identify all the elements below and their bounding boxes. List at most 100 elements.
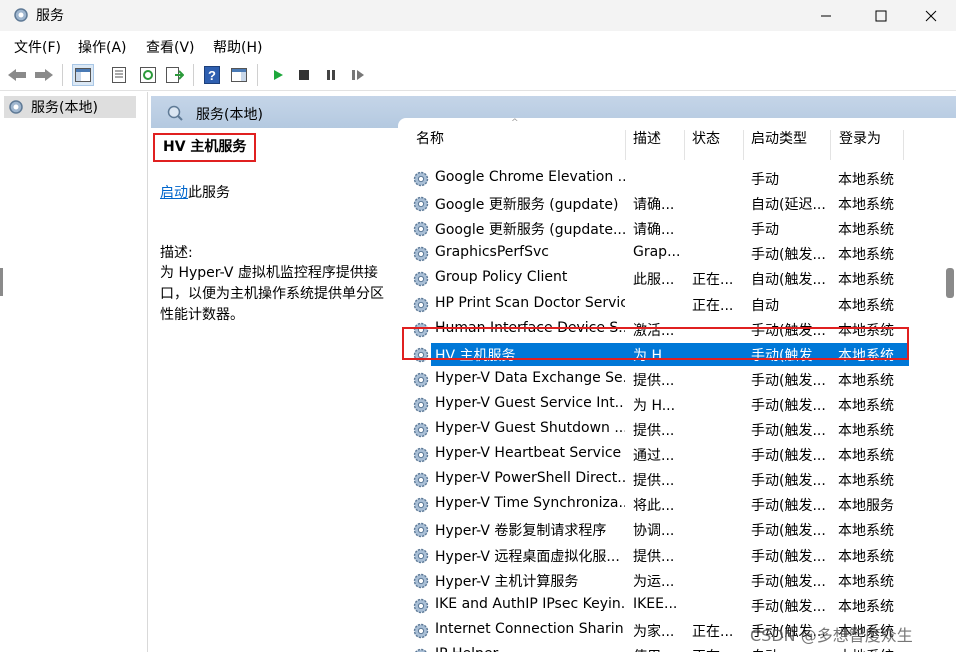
refresh-button[interactable]	[137, 64, 159, 86]
service-description-cell: IKEE...	[633, 595, 678, 612]
maximize-icon	[875, 10, 887, 21]
pane-header-title: 服务(本地)	[196, 107, 263, 123]
forward-button[interactable]	[33, 64, 55, 86]
table-row[interactable]: Google 更新服务 (gupdate... 请确... 手动 本地系统	[408, 216, 956, 241]
service-log-on-as-cell: 本地系统	[838, 272, 894, 289]
minimize-button[interactable]	[801, 0, 851, 31]
service-log-on-as-cell: 本地系统	[838, 598, 894, 615]
window-title: 服务	[36, 8, 64, 24]
column-divider[interactable]	[625, 130, 626, 160]
service-description-cell: 将此...	[633, 498, 675, 515]
start-service-link[interactable]: 启动	[160, 185, 188, 201]
service-name-cell: Google 更新服务 (gupdate)	[435, 197, 619, 214]
console-tree: 服务(本地)	[0, 92, 148, 652]
service-name-cell: Hyper-V 卷影复制请求程序	[435, 523, 607, 540]
back-button[interactable]	[6, 64, 28, 86]
stop-icon	[299, 70, 309, 80]
table-row[interactable]: Hyper-V 主机计算服务 为运... 手动(触发... 本地系统	[408, 568, 956, 593]
toolbar-separator	[193, 64, 194, 86]
table-row[interactable]: Google 更新服务 (gupdate) 请确... 自动(延迟... 本地系统	[408, 191, 956, 216]
stop-service-button[interactable]	[293, 64, 315, 86]
table-row[interactable]: Hyper-V Heartbeat Service 通过... 手动(触发... 本地…	[408, 442, 956, 467]
maximize-button[interactable]	[856, 0, 906, 31]
column-header-name[interactable]: 名称	[416, 128, 444, 148]
table-row[interactable]: Hyper-V Guest Service Int... 为 H... 手动(触发.…	[408, 392, 956, 417]
table-row[interactable]: Hyper-V Guest Shutdown ... 提供... 手动(触发... 本…	[408, 417, 956, 442]
menu-view[interactable]: 查看(V)	[146, 37, 195, 57]
service-name-cell: Hyper-V 主机计算服务	[435, 573, 579, 590]
start-service-line: 启动此服务	[160, 182, 230, 202]
vertical-scrollbar-thumb[interactable]	[946, 268, 954, 298]
table-row[interactable]: Group Policy Client 此服... 正在... 自动(触发... 本地系…	[408, 266, 956, 291]
service-description-cell: 提供...	[633, 548, 675, 565]
menu-file[interactable]: 文件(F)	[14, 37, 61, 57]
show-action-pane-button[interactable]	[228, 64, 250, 86]
svg-text:?: ?	[208, 68, 216, 83]
column-header-description[interactable]: 描述	[633, 128, 661, 148]
service-description-cell: 请确...	[633, 222, 675, 239]
table-row[interactable]: HP Print Scan Doctor Service 正在... 自动 本地系统	[408, 292, 956, 317]
show-hide-console-tree-button[interactable]	[72, 64, 94, 86]
column-divider[interactable]	[830, 130, 831, 160]
service-log-on-as-cell: 本地服务	[838, 498, 894, 515]
export-list-button[interactable]	[164, 64, 186, 86]
services-pane: 服务(本地) HV 主机服务 启动此服务 描述: 为 Hyper-V 虚拟机监控…	[151, 96, 956, 652]
close-icon	[925, 10, 937, 21]
table-row[interactable]: Hyper-V Time Synchroniza... 将此... 手动(触发...…	[408, 492, 956, 517]
service-gear-icon	[413, 498, 429, 513]
service-gear-icon	[413, 247, 429, 262]
tree-item-services-local[interactable]: 服务(本地)	[4, 96, 136, 118]
resume-service-button[interactable]	[347, 64, 369, 86]
help-button[interactable]: ?	[201, 64, 223, 86]
action-pane-icon	[231, 68, 247, 82]
column-divider[interactable]	[903, 130, 904, 160]
column-header-status[interactable]: 状态	[692, 128, 720, 148]
service-log-on-as-cell: 本地系统	[838, 297, 894, 314]
start-service-button[interactable]	[267, 64, 289, 86]
console-tree-icon	[75, 68, 91, 82]
column-divider[interactable]	[743, 130, 744, 160]
description-label: 描述:	[160, 245, 193, 261]
service-description-cell: 提供...	[633, 473, 675, 490]
close-button[interactable]	[906, 0, 956, 31]
table-row[interactable]: GraphicsPerfSvc Grap... 手动(触发... 本地系统	[408, 241, 956, 266]
service-startup-type-cell: 手动(触发...	[751, 372, 826, 389]
service-gear-icon	[413, 372, 429, 387]
table-row[interactable]: Hyper-V Data Exchange Se... 提供... 手动(触发...…	[408, 367, 956, 392]
column-divider[interactable]	[684, 130, 685, 160]
service-status-cell: 正在...	[692, 646, 742, 652]
service-description-cell: 为家...	[633, 623, 675, 640]
menu-help[interactable]: 帮助(H)	[213, 37, 262, 57]
service-log-on-as-cell: 本地系统	[838, 548, 894, 565]
service-log-on-as-cell: 本地系统	[838, 222, 894, 239]
column-header-startup-type[interactable]: 启动类型	[751, 128, 807, 148]
description-text: 为 Hyper-V 虚拟机监控程序提供接口，以便为主机操作系统提供单分区性能计数…	[160, 265, 384, 323]
service-startup-type-cell: 手动(触发...	[751, 548, 826, 565]
service-name-cell: Hyper-V Guest Service Int...	[435, 394, 625, 411]
service-name-cell: Group Policy Client	[435, 269, 568, 286]
table-row[interactable]: Hyper-V 卷影复制请求程序 协调... 手动(触发... 本地系统	[408, 517, 956, 542]
service-name-cell: Hyper-V 远程桌面虚拟化服...	[435, 548, 620, 565]
selected-row-highlight-box	[402, 327, 909, 360]
service-startup-type-cell: 手动(触发...	[751, 573, 826, 590]
service-status-cell: 正在...	[692, 272, 734, 289]
service-log-on-as-cell: 本地系统	[838, 523, 894, 540]
service-description-cell: 协调...	[633, 523, 675, 540]
refresh-icon	[140, 67, 156, 83]
export-list-icon	[166, 67, 184, 83]
column-header-log-on-as[interactable]: 登录为	[839, 128, 881, 148]
table-row[interactable]: IKE and AuthIP IPsec Keyin... IKEE... 手动(触…	[408, 593, 956, 618]
service-gear-icon	[413, 196, 429, 212]
table-row[interactable]: Hyper-V PowerShell Direct... 提供... 手动(触发..…	[408, 467, 956, 492]
table-row[interactable]: Hyper-V 远程桌面虚拟化服... 提供... 手动(触发... 本地系统	[408, 543, 956, 568]
service-gear-icon	[413, 221, 429, 237]
back-arrow-icon	[8, 69, 26, 81]
table-row[interactable]: Google Chrome Elevation ... 手动 本地系统	[408, 166, 956, 191]
service-startup-type-cell: 自动	[751, 646, 831, 652]
service-startup-type-cell: 自动(延迟...	[751, 197, 826, 214]
menu-action[interactable]: 操作(A)	[78, 37, 127, 57]
pause-service-button[interactable]	[320, 64, 342, 86]
properties-button[interactable]	[108, 64, 130, 86]
help-icon: ?	[204, 66, 220, 84]
service-description-cell: 通过...	[633, 448, 675, 465]
